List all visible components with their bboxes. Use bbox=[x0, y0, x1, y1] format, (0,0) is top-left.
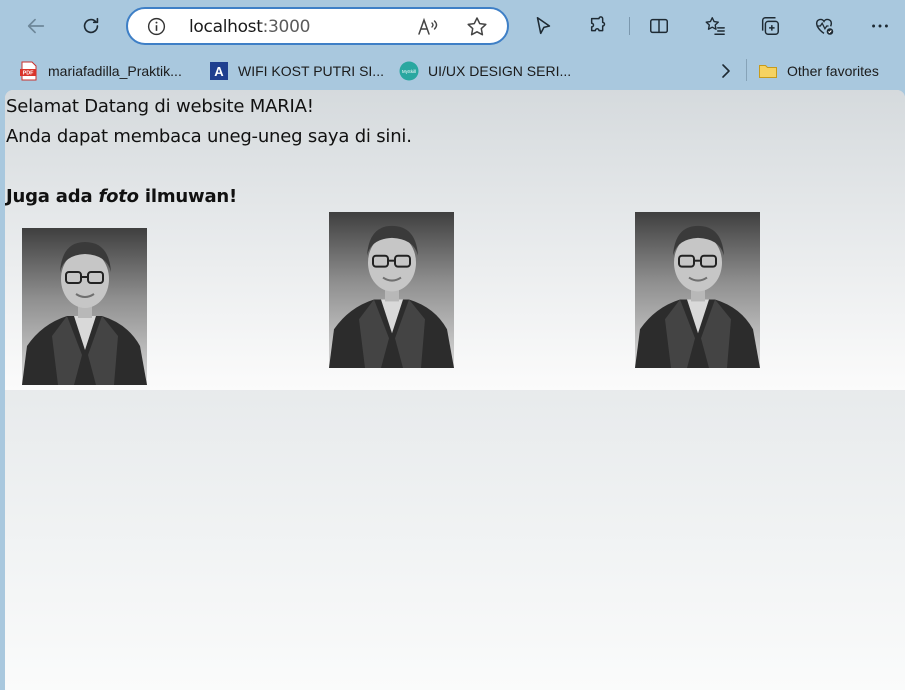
a-badge-text: A bbox=[214, 64, 224, 79]
pdf-icon: PDF bbox=[19, 61, 39, 81]
heading-part-1: Juga ada bbox=[6, 186, 99, 207]
myskill-badge-text: MySkill bbox=[402, 69, 416, 74]
scientist-photo bbox=[635, 212, 760, 368]
heading-emphasis: foto bbox=[98, 186, 139, 207]
myskill-icon: MySkill bbox=[399, 61, 419, 81]
health-icon[interactable] bbox=[806, 8, 842, 44]
bookmark-item-pdf[interactable]: PDF mariafadilla_Praktik... bbox=[19, 60, 182, 82]
refresh-icon[interactable] bbox=[73, 8, 109, 44]
scientist-heading: Juga ada foto ilmuwan! bbox=[6, 186, 237, 207]
pdf-badge-text: PDF bbox=[23, 71, 34, 77]
bookmarks-bar: PDF mariafadilla_Praktik... A WIFI KOST … bbox=[0, 52, 905, 90]
other-favorites[interactable]: Other favorites bbox=[758, 60, 879, 82]
url-text: localhost:3000 bbox=[189, 17, 310, 37]
toolbar-divider bbox=[629, 17, 630, 35]
read-aloud-icon[interactable] bbox=[416, 15, 440, 39]
page-viewport: Selamat Datang di website MARIA! Anda da… bbox=[5, 90, 905, 690]
url-host: localhost bbox=[189, 17, 263, 37]
page-body: Selamat Datang di website MARIA! Anda da… bbox=[5, 90, 905, 390]
browser-toolbar: localhost:3000 bbox=[0, 0, 905, 52]
bookmark-label: mariafadilla_Praktik... bbox=[48, 63, 182, 79]
chevron-right-icon[interactable] bbox=[716, 60, 736, 82]
bookmark-label: WIFI KOST PUTRI SI... bbox=[238, 63, 384, 79]
collections-icon[interactable] bbox=[752, 8, 788, 44]
address-bar[interactable]: localhost:3000 bbox=[126, 7, 509, 45]
welcome-text: Selamat Datang di website MARIA! bbox=[6, 96, 314, 117]
more-icon[interactable] bbox=[862, 8, 898, 44]
info-icon[interactable] bbox=[146, 16, 167, 37]
heading-part-2: ilmuwan! bbox=[138, 186, 238, 207]
bookmarks-divider bbox=[746, 59, 747, 81]
bookmark-item-uiux[interactable]: MySkill UI/UX DESIGN SERI... bbox=[399, 60, 571, 82]
cursor-icon[interactable] bbox=[525, 8, 561, 44]
folder-icon bbox=[758, 61, 778, 81]
favorites-icon[interactable] bbox=[697, 8, 733, 44]
a-letter-icon: A bbox=[209, 61, 229, 81]
favorite-star-icon[interactable] bbox=[465, 15, 489, 39]
scientist-photo bbox=[329, 212, 454, 368]
bookmark-item-wifi[interactable]: A WIFI KOST PUTRI SI... bbox=[209, 60, 384, 82]
bookmark-label: UI/UX DESIGN SERI... bbox=[428, 63, 572, 79]
scientist-photo bbox=[22, 228, 147, 385]
url-port: :3000 bbox=[262, 17, 311, 37]
intro-text: Anda dapat membaca uneg-uneg saya di sin… bbox=[6, 126, 412, 147]
back-icon[interactable] bbox=[18, 8, 54, 44]
extensions-icon[interactable] bbox=[581, 8, 617, 44]
split-screen-icon[interactable] bbox=[641, 8, 677, 44]
other-favorites-label: Other favorites bbox=[787, 63, 879, 79]
